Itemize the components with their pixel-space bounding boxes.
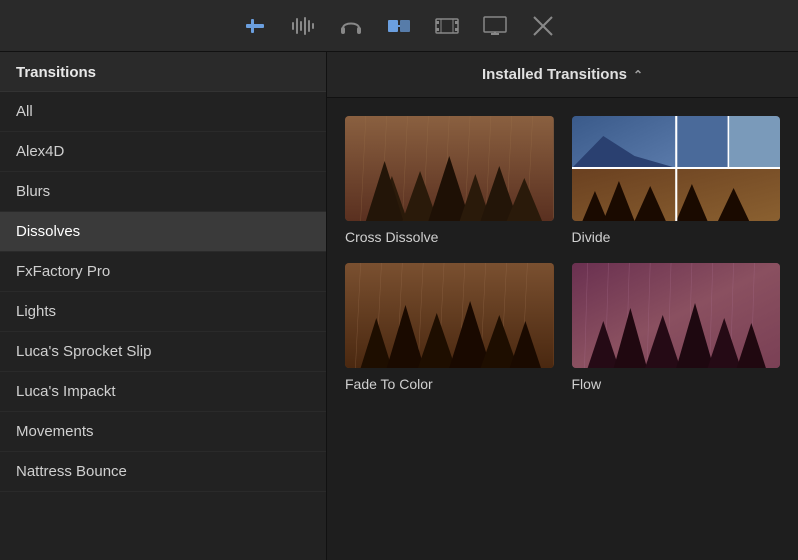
audio-icon[interactable] <box>289 12 317 40</box>
sidebar-item-impackt[interactable]: Luca's Impackt <box>0 372 326 412</box>
thumbnail-fade-to-color <box>345 263 554 368</box>
label-flow: Flow <box>572 376 602 392</box>
content-header: Installed Transitions ⌃ <box>327 52 798 98</box>
transition-item-flow[interactable]: Flow <box>572 263 781 392</box>
monitor-icon[interactable] <box>481 12 509 40</box>
transition-item-divide[interactable]: Divide <box>572 116 781 245</box>
sidebar: Transitions All Alex4D Blurs Dissolves F… <box>0 52 327 560</box>
sidebar-item-alex4d[interactable]: Alex4D <box>0 132 326 172</box>
headphones-icon[interactable] <box>337 12 365 40</box>
trim-icon[interactable] <box>241 12 269 40</box>
transition-item-cross-dissolve[interactable]: Cross Dissolve <box>345 116 554 245</box>
label-divide: Divide <box>572 229 611 245</box>
thumbnail-divide <box>572 116 781 221</box>
sidebar-title: Transitions <box>0 52 326 92</box>
main-content: Transitions All Alex4D Blurs Dissolves F… <box>0 52 798 560</box>
sort-icon[interactable]: ⌃ <box>633 68 643 82</box>
label-fade-to-color: Fade To Color <box>345 376 433 392</box>
sidebar-item-fxfactory[interactable]: FxFactory Pro <box>0 252 326 292</box>
sidebar-item-dissolves[interactable]: Dissolves <box>0 212 326 252</box>
sidebar-item-movements[interactable]: Movements <box>0 412 326 452</box>
transitions-grid: Cross Dissolve <box>327 98 798 410</box>
sidebar-item-sprocket[interactable]: Luca's Sprocket Slip <box>0 332 326 372</box>
crosshair-icon[interactable] <box>529 12 557 40</box>
thumbnail-flow <box>572 263 781 368</box>
sidebar-item-blurs[interactable]: Blurs <box>0 172 326 212</box>
sidebar-item-lights[interactable]: Lights <box>0 292 326 332</box>
toolbar <box>0 0 798 52</box>
thumbnail-cross-dissolve <box>345 116 554 221</box>
label-cross-dissolve: Cross Dissolve <box>345 229 438 245</box>
sidebar-item-nattress[interactable]: Nattress Bounce <box>0 452 326 492</box>
film-icon[interactable] <box>433 12 461 40</box>
sidebar-item-all[interactable]: All <box>0 92 326 132</box>
content-panel: Installed Transitions ⌃ <box>327 52 798 560</box>
transition-item-fade-to-color[interactable]: Fade To Color <box>345 263 554 392</box>
transitions-active-icon[interactable] <box>385 12 413 40</box>
content-header-label: Installed Transitions <box>482 66 627 83</box>
